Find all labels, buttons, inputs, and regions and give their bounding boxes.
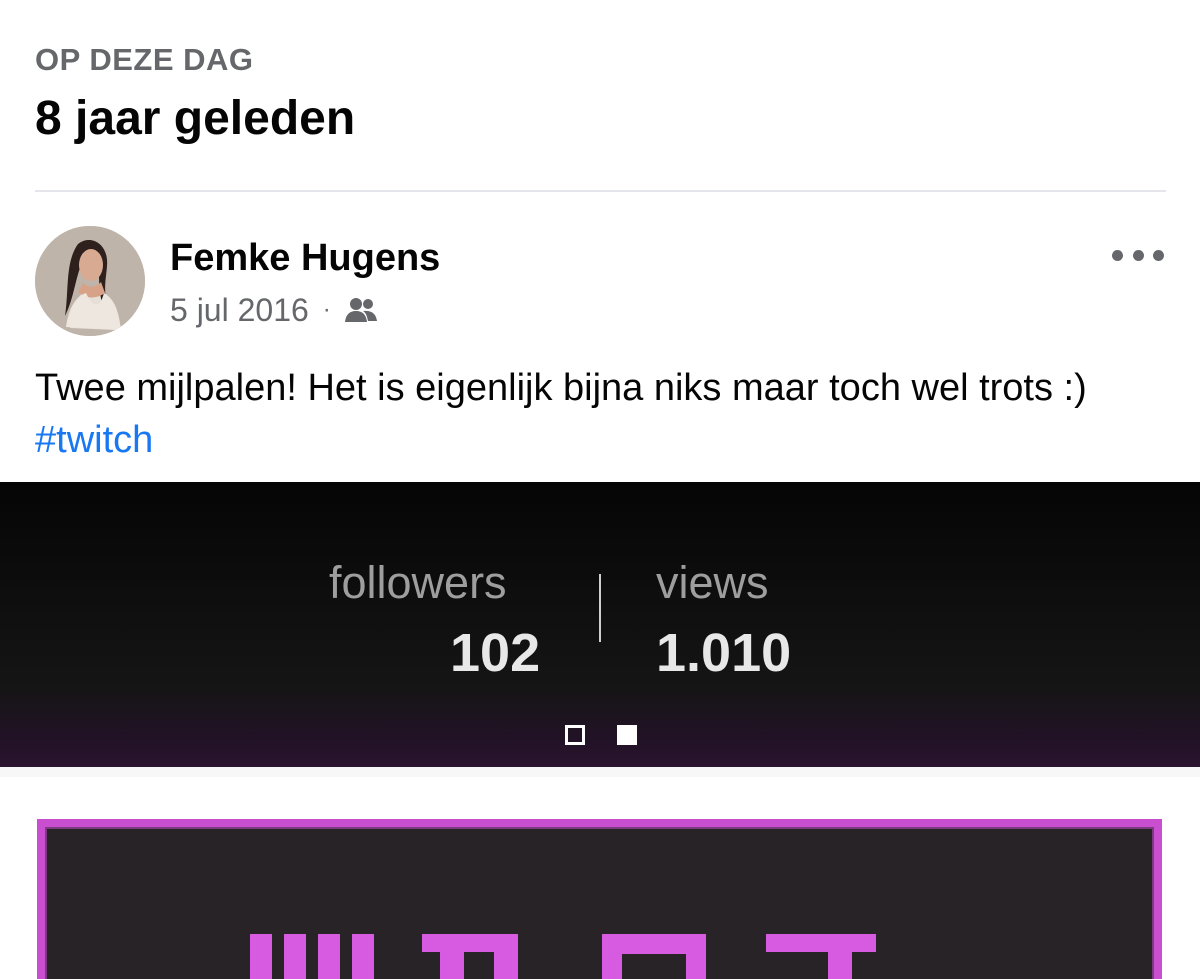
post-caption: Twee mijlpalen! Het is eigenlijk bijna n…	[35, 362, 1145, 466]
meta-separator: ·	[322, 296, 331, 323]
views-value: 1.010	[656, 623, 792, 683]
pixel-glyph-3	[594, 919, 724, 979]
memory-eyebrow: OP DEZE DAG	[35, 42, 254, 77]
memory-divider	[35, 190, 1166, 192]
views-label: views	[656, 557, 769, 608]
more-options-icon[interactable]	[1112, 241, 1164, 269]
caption-text: Twee mijlpalen! Het is eigenlijk bijna n…	[35, 367, 1087, 409]
image-carousel-indicator	[565, 725, 640, 747]
stats-divider	[599, 574, 601, 642]
author-avatar[interactable]	[35, 226, 145, 336]
twitch-hashtag[interactable]: #twitch	[35, 419, 153, 461]
image-separator	[0, 767, 1200, 777]
profile-photo-icon	[35, 226, 145, 336]
pink-bordered-image-card	[37, 819, 1162, 979]
memory-header: OP DEZE DAG 8 jaar geleden	[35, 40, 1175, 148]
followers-value: 102	[450, 623, 541, 683]
facebook-memory-screen: OP DEZE DAG 8 jaar geleden Femke Hugens …	[0, 0, 1200, 979]
post-author-name[interactable]: Femke Hugens	[170, 235, 440, 281]
post-meta: 5 jul 2016 ·	[170, 292, 379, 328]
friends-icon[interactable]	[343, 296, 379, 324]
pixel-glyph-4	[766, 919, 896, 979]
post-date[interactable]: 5 jul 2016	[170, 292, 309, 329]
pixel-glyph-1	[250, 919, 380, 979]
pixel-glyph-2	[422, 919, 552, 979]
followers-label: followers	[329, 557, 507, 608]
pixel-art-title	[250, 919, 1010, 979]
post-image[interactable]: followers 102 views 1.010	[0, 482, 1200, 979]
memory-years-ago: 8 jaar geleden	[35, 92, 356, 145]
twitch-stats-panel: followers 102 views 1.010	[0, 482, 1200, 767]
carousel-page-dot-1[interactable]	[565, 725, 585, 745]
carousel-page-dot-2[interactable]	[617, 725, 637, 745]
